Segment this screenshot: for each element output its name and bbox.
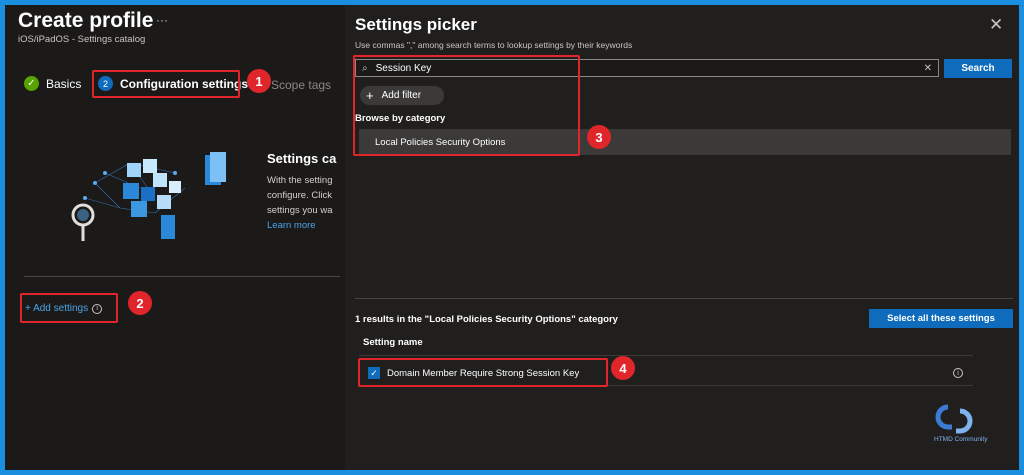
results-count: 1 results in the "Local Policies Securit…	[355, 314, 618, 325]
tab-basics[interactable]: ✓ Basics	[24, 76, 81, 91]
callout-box-3	[353, 55, 580, 156]
settings-illustration	[71, 152, 226, 241]
info-heading: Settings ca	[267, 151, 337, 166]
search-button-label: Search	[961, 63, 995, 74]
info-text: With the setting configure. Click settin…	[267, 173, 332, 218]
page-subtitle: iOS/iPadOS - Settings catalog	[18, 34, 146, 45]
watermark-text: HTMD Community	[934, 436, 988, 443]
callout-box-1	[92, 70, 240, 98]
info-line: With the setting	[267, 175, 333, 186]
clear-icon[interactable]: ✕	[924, 63, 932, 74]
callout-badge-2: 2	[128, 291, 152, 315]
tab-scope-tags[interactable]: Scope tags	[271, 78, 331, 92]
htmd-logo	[935, 404, 973, 434]
callout-box-2	[20, 293, 118, 323]
select-all-button[interactable]: Select all these settings	[869, 309, 1013, 328]
results-divider	[355, 298, 1013, 299]
learn-more-link[interactable]: Learn more	[267, 220, 316, 231]
column-header-setting-name: Setting name	[363, 337, 423, 348]
divider	[24, 276, 340, 277]
picker-hint: Use commas "," among search terms to loo…	[355, 40, 633, 50]
info-line: configure. Click	[267, 190, 332, 201]
setting-info-icon[interactable]: i	[953, 368, 963, 378]
callout-badge-3: 3	[587, 125, 611, 149]
callout-badge-1: 1	[247, 69, 271, 93]
picker-title: Settings picker	[355, 15, 477, 34]
header-divider	[359, 355, 973, 356]
page-title: Create profile	[18, 9, 154, 32]
select-all-label: Select all these settings	[887, 313, 995, 324]
callout-box-4	[358, 358, 608, 387]
more-options-button[interactable]: ···	[156, 13, 168, 27]
callout-badge-4: 4	[611, 356, 635, 380]
screenshot-frame: Create profile ··· iOS/iPadOS - Settings…	[5, 5, 1019, 470]
close-icon[interactable]: ✕	[989, 15, 1003, 35]
search-button[interactable]: Search	[944, 59, 1012, 78]
tab-label: Basics	[46, 76, 82, 91]
check-circle-icon: ✓	[24, 76, 39, 91]
info-line: settings you wa	[267, 205, 333, 216]
